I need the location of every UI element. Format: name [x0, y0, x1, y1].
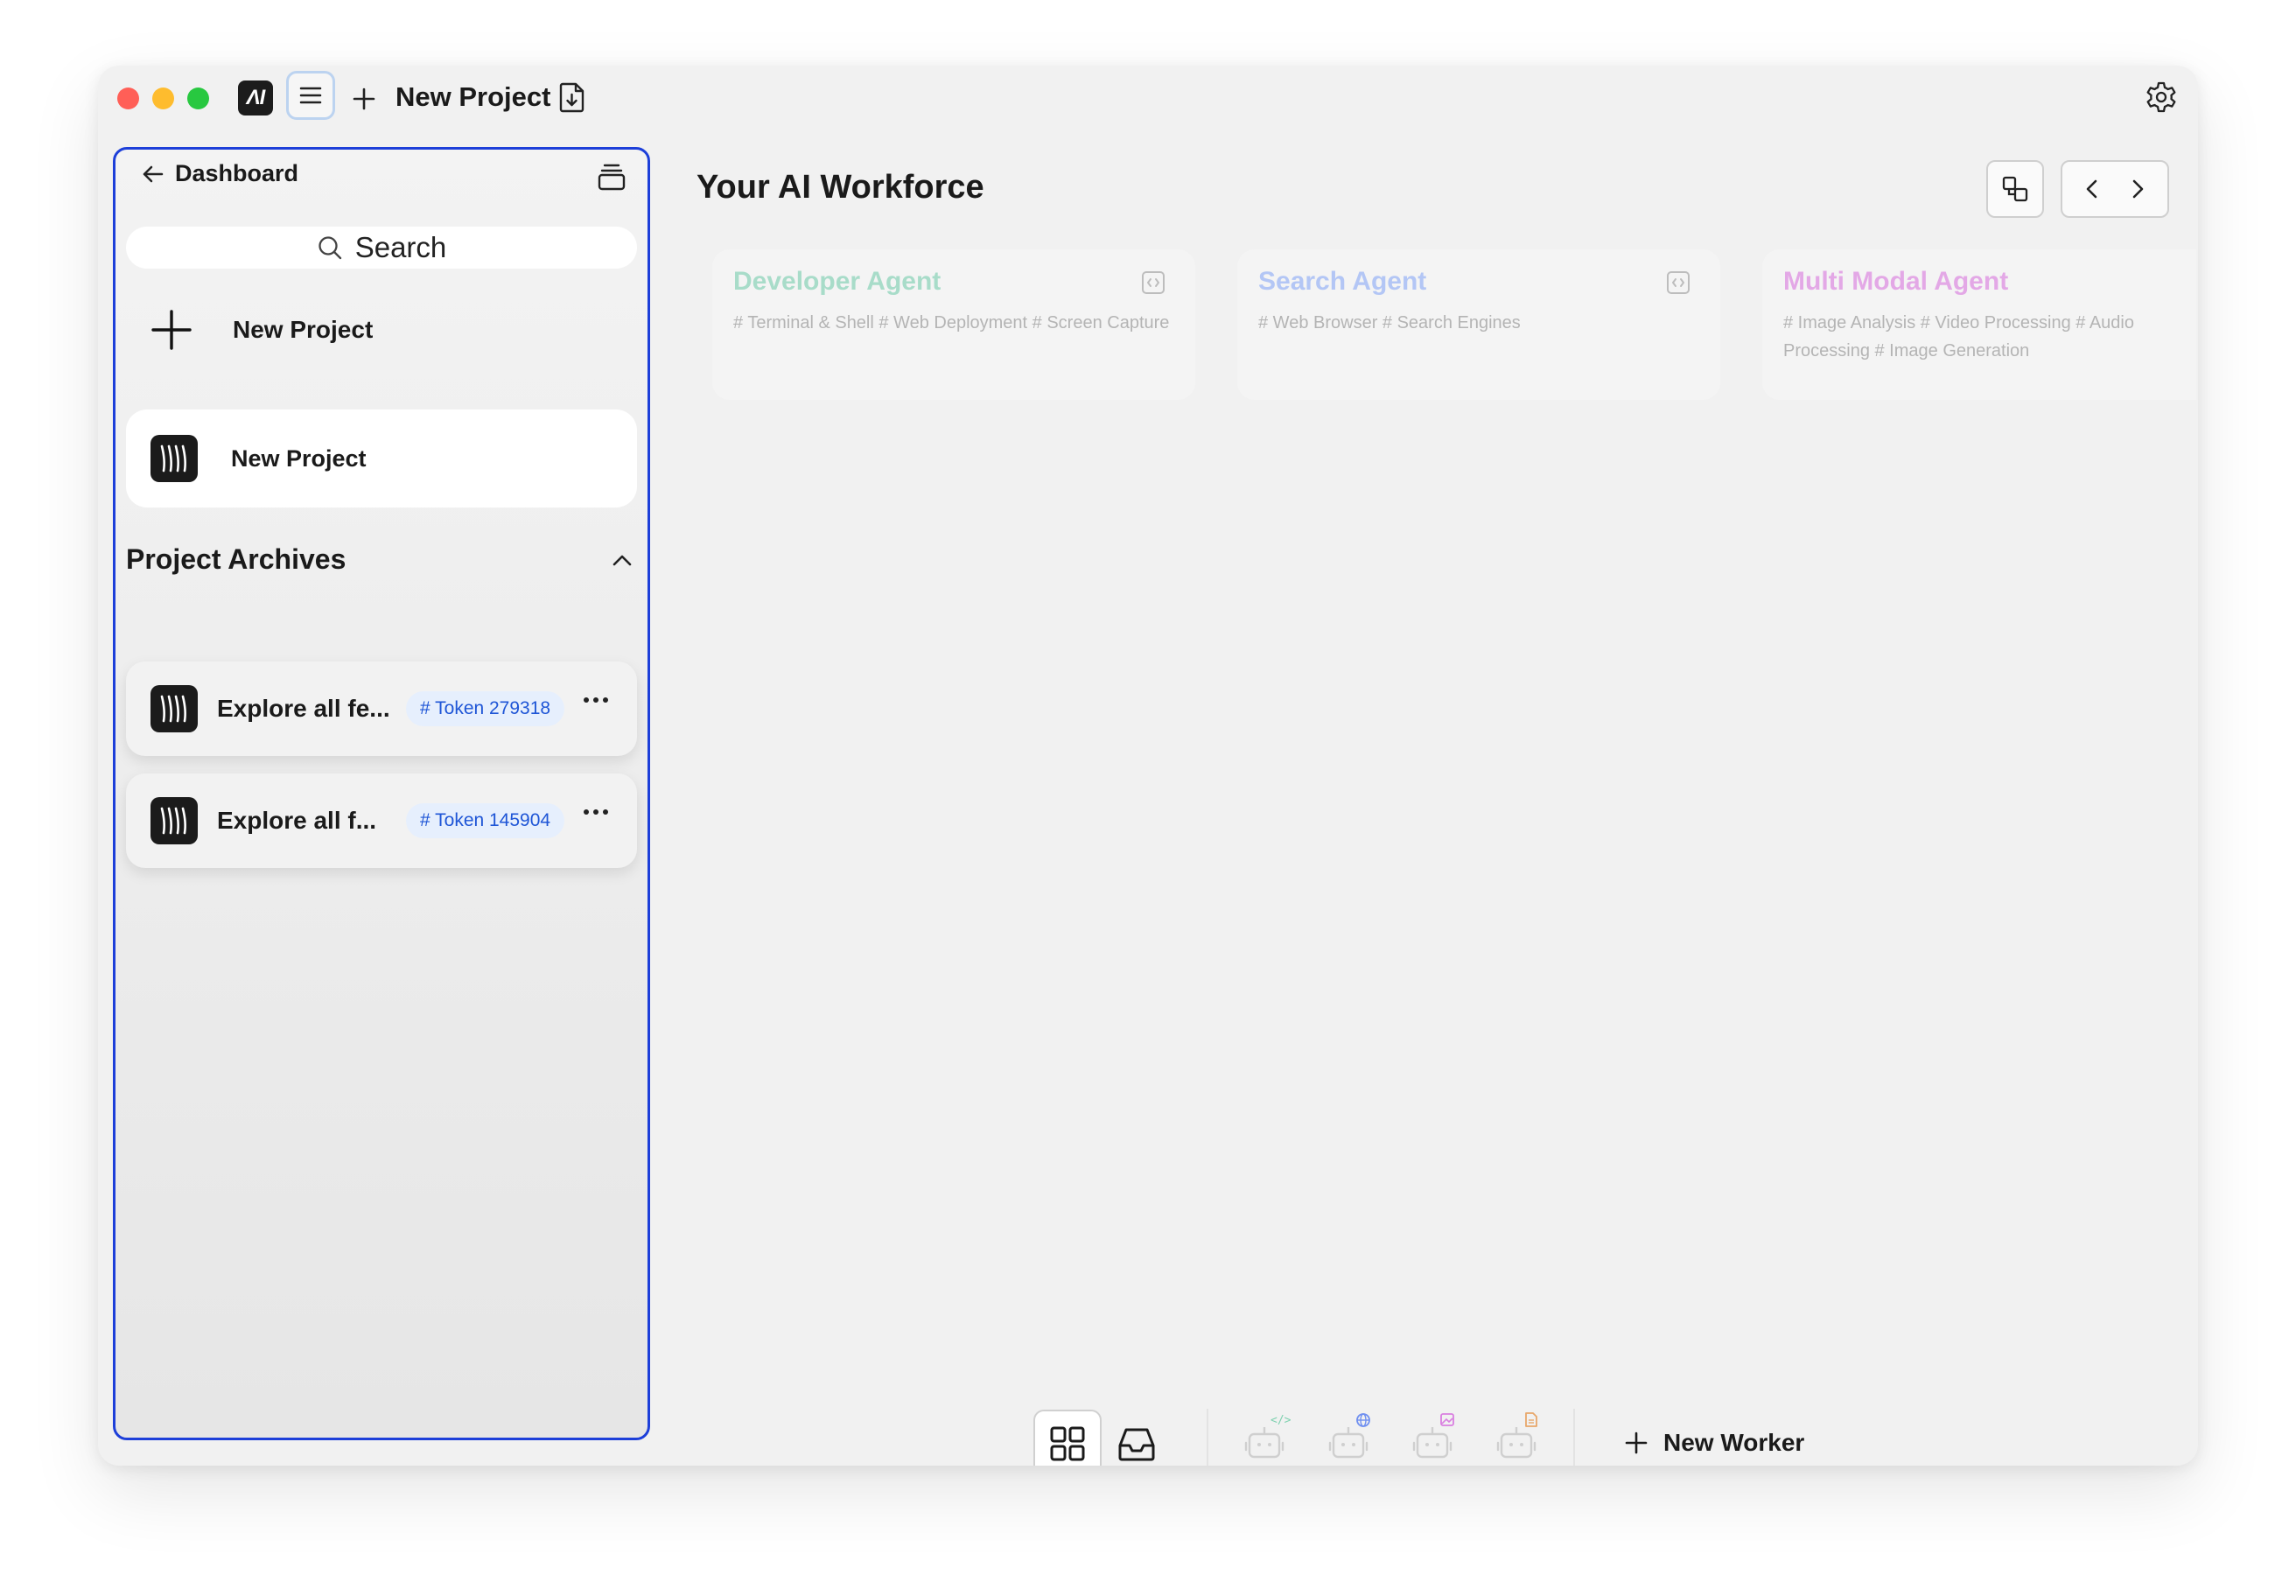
search-placeholder: Search: [354, 231, 447, 263]
layers-icon: [2002, 176, 2028, 202]
more-options-icon[interactable]: [583, 808, 609, 816]
more-options-icon[interactable]: [583, 696, 609, 704]
app-logo: ΛI: [238, 80, 273, 116]
agent-tags: # Image Analysis # Video Processing # Au…: [1783, 313, 2134, 360]
toggle-view-button[interactable]: [1986, 160, 2044, 218]
bot-code-icon[interactable]: </>: [1242, 1411, 1292, 1464]
new-project-button[interactable]: New Project: [150, 309, 373, 351]
dashboard-label: Dashboard: [175, 160, 299, 186]
new-tab-button[interactable]: [343, 78, 385, 120]
project-archives-title: Project Archives: [126, 543, 346, 575]
agent-name: Developer Agent: [733, 267, 942, 296]
archive-project-name: Explore all fe...: [217, 695, 390, 722]
agent-name: Search Agent: [1258, 267, 1427, 296]
search-icon: [318, 236, 341, 260]
plus-icon: [151, 310, 192, 350]
chevron-up-icon[interactable]: [611, 552, 634, 568]
svg-text:</>: </>: [1270, 1414, 1292, 1427]
project-title: New Project: [396, 81, 551, 112]
code-icon[interactable]: [1666, 270, 1690, 295]
save-file-icon[interactable]: [557, 81, 587, 113]
grid-icon: [1050, 1426, 1085, 1461]
bot-document-icon[interactable]: [1494, 1411, 1544, 1464]
plus-icon: [1625, 1432, 1648, 1454]
new-worker-button[interactable]: New Worker: [1625, 1429, 1804, 1457]
project-logo-icon: [150, 797, 198, 844]
token-badge: # Token 145904: [406, 803, 565, 838]
project-archives-header[interactable]: Project Archives: [126, 543, 634, 576]
minimize-window-button[interactable]: [152, 88, 174, 109]
chevron-left-icon[interactable]: [2083, 178, 2101, 200]
search-agent-card[interactable]: Search Agent # Web Browser # Search Engi…: [1237, 249, 1720, 400]
new-project-label: New Project: [233, 316, 374, 343]
project-logo-icon: [150, 685, 198, 732]
chevron-right-icon[interactable]: [2129, 178, 2146, 200]
sidebar-toggle-button[interactable]: [286, 71, 335, 120]
archive-project-item[interactable]: Explore all fe... # Token 279318: [126, 662, 637, 756]
archive-project-item[interactable]: Explore all f... # Token 145904: [126, 774, 637, 868]
bot-image-icon[interactable]: [1410, 1411, 1460, 1464]
plus-icon: [353, 88, 375, 110]
carousel-nav: [2061, 160, 2169, 218]
project-sidebar: Dashboard Search New Project New Project…: [113, 147, 650, 1440]
current-project-card[interactable]: New Project: [126, 410, 637, 508]
close-window-button[interactable]: [117, 88, 139, 109]
arrow-left-icon: [143, 165, 164, 182]
dashboard-back-link[interactable]: Dashboard: [142, 160, 298, 187]
agent-tags: # Web Browser # Search Engines: [1258, 313, 1521, 332]
token-badge: # Token 279318: [406, 691, 565, 726]
archive-project-name: Explore all f...: [217, 807, 377, 834]
dock-divider: [1573, 1409, 1575, 1466]
new-worker-label: New Worker: [1663, 1429, 1805, 1456]
dock-divider: [1207, 1409, 1208, 1466]
agent-tags: # Terminal & Shell # Web Deployment # Sc…: [733, 313, 1170, 332]
multi-modal-agent-card[interactable]: Multi Modal Agent # Image Analysis # Vid…: [1762, 249, 2196, 400]
bot-globe-icon[interactable]: [1326, 1411, 1376, 1464]
agent-name: Multi Modal Agent: [1783, 267, 2009, 296]
developer-agent-card[interactable]: Developer Agent # Terminal & Shell # Web…: [712, 249, 1195, 400]
menu-icon: [299, 87, 322, 104]
archive-stack-icon[interactable]: [597, 162, 626, 192]
title-bar: ΛI New Project: [98, 66, 2198, 139]
settings-gear-icon[interactable]: [2144, 80, 2179, 115]
current-project-name: New Project: [231, 444, 367, 472]
maximize-window-button[interactable]: [187, 88, 209, 109]
workforce-title: Your AI Workforce: [696, 169, 984, 206]
app-window: ΛI New Project Dashboard Search New Proj…: [98, 66, 2198, 1466]
project-logo-icon: [150, 435, 198, 482]
inbox-icon[interactable]: [1116, 1424, 1157, 1463]
workspace-grid-button[interactable]: [1033, 1410, 1102, 1466]
code-icon[interactable]: [1141, 270, 1166, 295]
project-search-input[interactable]: Search: [126, 227, 637, 269]
